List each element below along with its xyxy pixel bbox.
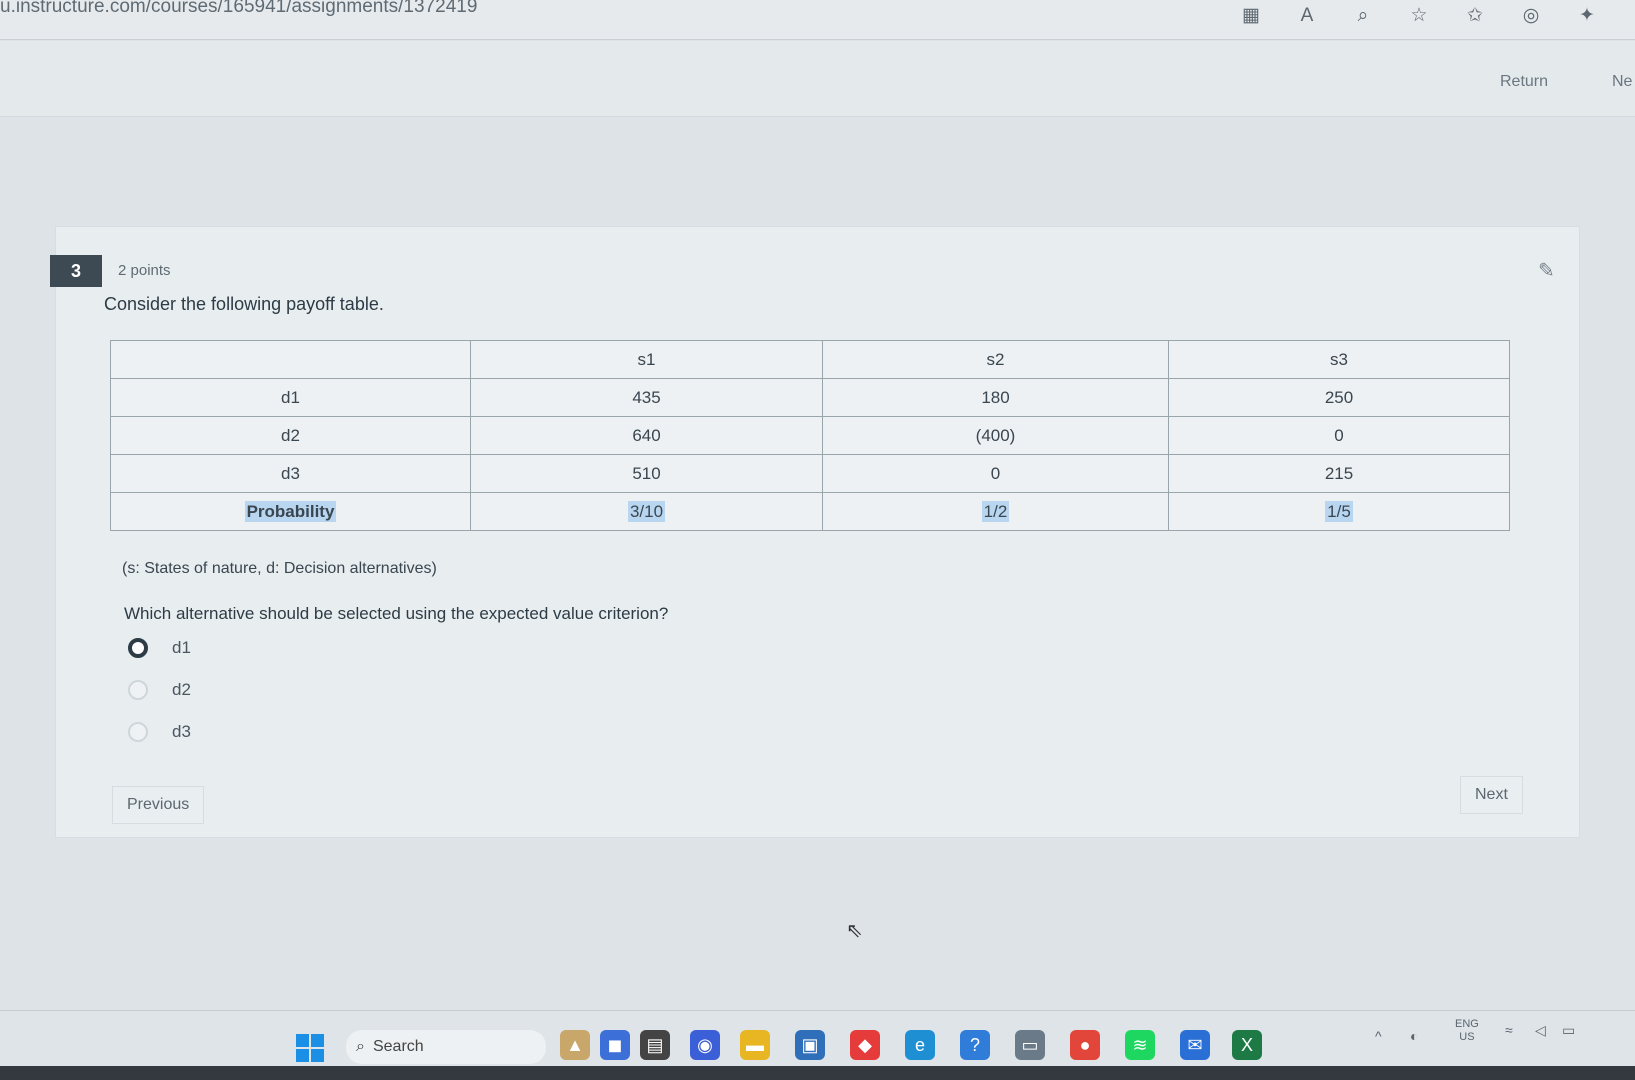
collections-icon[interactable]: ◎: [1519, 4, 1543, 28]
row-label: Probability: [244, 500, 337, 522]
favorite-star-icon[interactable]: ☆: [1407, 4, 1431, 28]
table-cell: (400): [822, 416, 1169, 455]
screen-bezel: [0, 1066, 1635, 1080]
store-icon[interactable]: ▣: [795, 1030, 825, 1060]
outlook-icon[interactable]: ✉: [1180, 1030, 1210, 1060]
file-explorer-icon[interactable]: ▬: [740, 1030, 770, 1060]
table-cell: 510: [470, 454, 823, 493]
next-button[interactable]: Next: [1460, 776, 1523, 814]
browser-toolbar: u.instructure.com/courses/165941/assignm…: [0, 0, 1635, 40]
table-header-row: s1 s2 s3: [110, 340, 1510, 379]
answer-option-d3[interactable]: d3: [128, 722, 191, 742]
answer-option-d1[interactable]: d1: [128, 638, 191, 658]
table-row: d2 640 (400) 0: [110, 416, 1510, 455]
edge-icon[interactable]: e: [905, 1030, 935, 1060]
tray-app-icon[interactable]: ◐: [1410, 1029, 1418, 1043]
table-header-cell: s3: [1168, 340, 1510, 379]
language-indicator[interactable]: ENG US: [1455, 1018, 1479, 1044]
question-prompt: Consider the following payoff table.: [104, 294, 384, 314]
table-legend: (s: States of nature, d: Decision altern…: [122, 560, 437, 577]
widgets-icon[interactable]: ▲: [560, 1030, 590, 1060]
row-label: d1: [110, 378, 471, 417]
table-header-cell: s2: [822, 340, 1169, 379]
payoff-table: s1 s2 s3 d1 435 180 250 d2 640 (400) 0 d…: [110, 340, 1510, 531]
option-label: d1: [172, 638, 191, 657]
radio-button[interactable]: [128, 638, 148, 658]
table-cell: 250: [1168, 378, 1510, 417]
task-view-icon[interactable]: ◼: [600, 1030, 630, 1060]
spotify-icon[interactable]: ≋: [1125, 1030, 1155, 1060]
photos-icon[interactable]: ▭: [1015, 1030, 1045, 1060]
row-label: d2: [110, 416, 471, 455]
wifi-icon[interactable]: ≈: [1505, 1023, 1513, 1037]
answer-option-d2[interactable]: d2: [128, 680, 191, 700]
return-link[interactable]: Return: [1500, 73, 1548, 91]
table-cell: 3/10: [627, 500, 666, 522]
next-link-top[interactable]: Ne: [1612, 73, 1632, 91]
table-header-cell: [110, 340, 471, 379]
chrome-icon[interactable]: ●: [1070, 1030, 1100, 1060]
windows-start-icon[interactable]: [296, 1034, 324, 1062]
chevron-up-icon[interactable]: ^: [1375, 1029, 1382, 1043]
mouse-cursor-icon: ⇖: [846, 920, 863, 942]
question-text: Which alternative should be selected usi…: [124, 604, 669, 623]
tray-region: US: [1459, 1031, 1475, 1043]
read-aloud-icon[interactable]: A: [1295, 4, 1319, 28]
question-card: [55, 226, 1580, 838]
favorites-icon[interactable]: ✩: [1463, 4, 1487, 28]
radio-button[interactable]: [128, 722, 148, 742]
app-diamond-icon[interactable]: ◆: [850, 1030, 880, 1060]
table-row: d3 510 0 215: [110, 454, 1510, 493]
table-cell: 1/5: [1325, 500, 1353, 522]
excel-icon[interactable]: X: [1232, 1030, 1262, 1060]
table-cell: 435: [470, 378, 823, 417]
address-bar-url[interactable]: u.instructure.com/courses/165941/assignm…: [0, 0, 477, 18]
battery-icon[interactable]: ▭: [1562, 1023, 1575, 1037]
previous-button[interactable]: Previous: [112, 786, 205, 824]
extensions-icon[interactable]: ✦: [1575, 4, 1599, 28]
table-row-probability: Probability 3/10 1/2 1/5: [110, 492, 1510, 531]
radio-button[interactable]: [128, 680, 148, 700]
file-icon[interactable]: ▤: [640, 1030, 670, 1060]
option-label: d2: [172, 680, 191, 699]
table-cell: 640: [470, 416, 823, 455]
help-icon[interactable]: ?: [960, 1030, 990, 1060]
question-points: 2 points: [118, 262, 171, 279]
chat-icon[interactable]: ◉: [690, 1030, 720, 1060]
pin-icon[interactable]: ✎: [1538, 258, 1555, 283]
zoom-icon[interactable]: ⌕: [1351, 4, 1375, 28]
option-label: d3: [172, 722, 191, 741]
volume-icon[interactable]: ◁: [1535, 1023, 1546, 1037]
table-cell: 1/2: [981, 500, 1010, 522]
taskbar-search[interactable]: ⌕ Search: [346, 1030, 546, 1064]
quiz-header: Return Ne: [0, 41, 1635, 117]
table-header-cell: s1: [470, 340, 823, 379]
table-cell: 215: [1168, 454, 1510, 493]
question-number: 3: [50, 255, 102, 287]
search-label: Search: [372, 1038, 424, 1055]
table-row: d1 435 180 250: [110, 378, 1510, 417]
row-label: d3: [110, 454, 471, 493]
tray-lang: ENG: [1455, 1018, 1479, 1030]
table-cell: 180: [822, 378, 1169, 417]
table-cell: 0: [1168, 416, 1510, 455]
table-cell: 0: [822, 454, 1169, 493]
search-icon: ⌕: [356, 1038, 365, 1055]
reader-mode-icon[interactable]: ▦: [1239, 4, 1263, 28]
